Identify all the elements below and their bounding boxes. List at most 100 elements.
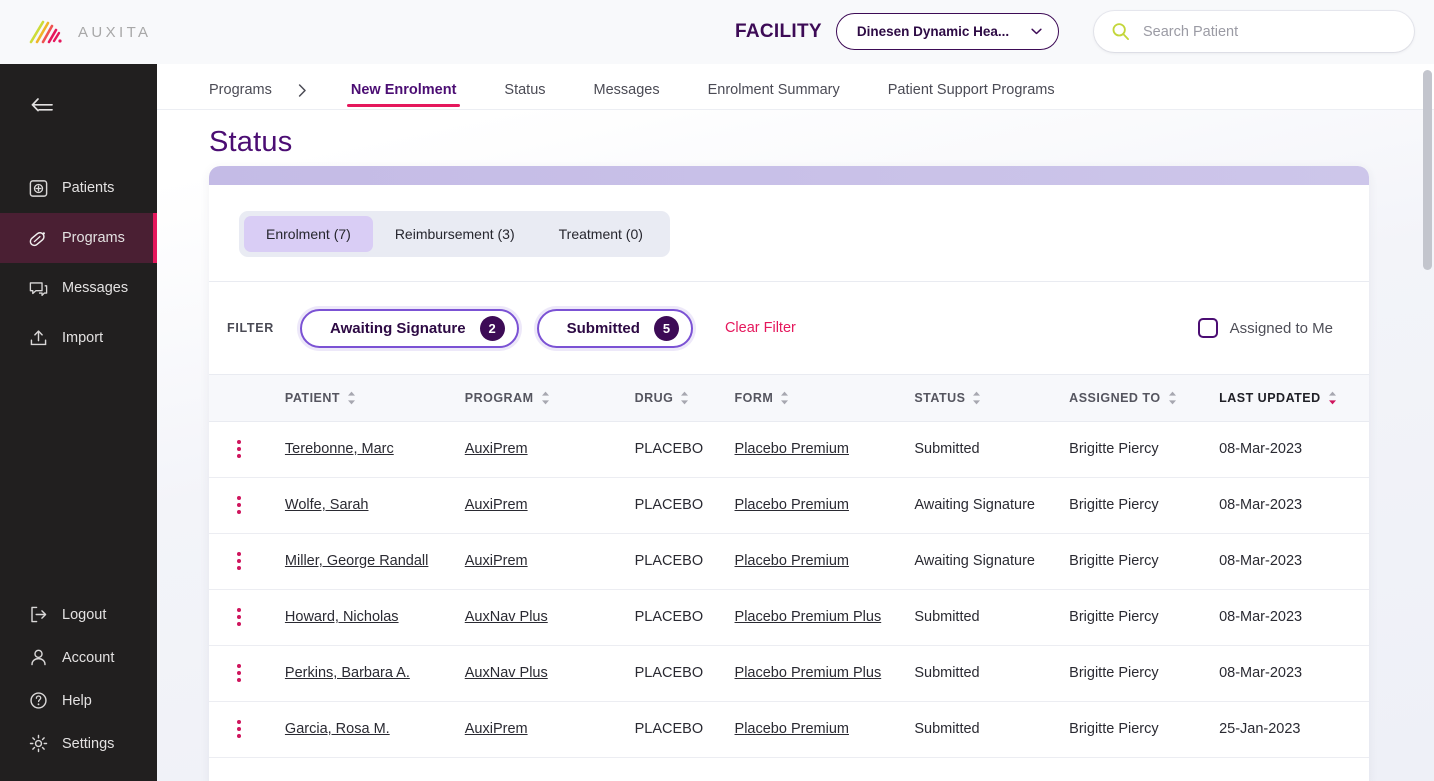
tab-new-enrolment[interactable]: New Enrolment	[346, 82, 460, 109]
kebab-menu-icon[interactable]	[237, 720, 241, 738]
table-row[interactable]: Garcia, Rosa M. AuxiPrem PLACEBO Placebo…	[209, 701, 1369, 758]
cell-patient: Wolfe, Sarah	[284, 477, 465, 534]
th-patient[interactable]: PATIENT	[284, 375, 465, 422]
th-last-updated[interactable]: LAST UPDATED	[1219, 375, 1369, 422]
sidebar-item-label: Patients	[62, 180, 115, 196]
cell-patient: Garcia, Rosa M.	[284, 701, 465, 758]
patient-link[interactable]: Miller, George Randall	[285, 553, 428, 569]
form-link[interactable]: Placebo Premium Plus	[735, 665, 882, 681]
filter-pill-submitted[interactable]: Submitted 5	[536, 308, 693, 348]
collapse-sidebar-icon[interactable]	[28, 94, 56, 116]
table-row[interactable]: Wolfe, Sarah AuxiPrem PLACEBO Placebo Pr…	[209, 477, 1369, 534]
sidebar-item-label: Messages	[62, 280, 129, 296]
filter-label: FILTER	[227, 321, 275, 335]
table-header-row: PATIENT PROGRAM DRUG FORM STATUS ASSIGNE…	[209, 375, 1369, 422]
form-link[interactable]: Placebo Premium	[735, 721, 849, 737]
segment-enrolment[interactable]: Enrolment (7)	[244, 216, 373, 252]
assigned-to-me-checkbox[interactable]	[1197, 318, 1218, 338]
table-row[interactable]: Terebonne, Marc AuxiPrem PLACEBO Placebo…	[209, 421, 1369, 478]
cell-form: Placebo Premium Plus	[734, 589, 915, 646]
kebab-menu-icon[interactable]	[237, 608, 241, 626]
cell-program: AuxNav Plus	[464, 645, 635, 702]
cell-status: Submitted	[914, 701, 1070, 758]
assigned-to-me-label: Assigned to Me	[1229, 319, 1333, 337]
patient-link[interactable]: Perkins, Barbara A.	[285, 665, 410, 681]
th-program[interactable]: PROGRAM	[464, 375, 635, 422]
form-link[interactable]: Placebo Premium Plus	[735, 609, 882, 625]
kebab-menu-icon[interactable]	[237, 440, 241, 458]
form-link[interactable]: Placebo Premium	[735, 497, 849, 513]
sidebar-item-import[interactable]: Import	[0, 313, 157, 363]
facility-dropdown[interactable]: Dinesen Dynamic Hea...	[835, 13, 1060, 50]
form-link[interactable]: Placebo Premium	[735, 553, 849, 569]
tab-enrolment-summary[interactable]: Enrolment Summary	[708, 82, 840, 109]
segment-reimbursement[interactable]: Reimbursement (3)	[373, 216, 537, 252]
program-link[interactable]: AuxiPrem	[465, 721, 528, 737]
row-menu-cell	[209, 645, 285, 702]
breadcrumb-programs[interactable]: Programs	[209, 82, 307, 109]
cell-drug: PLACEBO	[634, 589, 735, 646]
form-link[interactable]: Placebo Premium	[735, 441, 849, 457]
program-link[interactable]: AuxNav Plus	[465, 665, 548, 681]
sort-arrows-icon	[781, 391, 789, 405]
th-drug[interactable]: DRUG	[634, 375, 735, 422]
tab-patient-support-programs[interactable]: Patient Support Programs	[888, 82, 1055, 109]
program-link[interactable]: AuxNav Plus	[465, 609, 548, 625]
cell-drug: PLACEBO	[634, 645, 735, 702]
cell-program: AuxiPrem	[464, 477, 635, 534]
table-row[interactable]: Miller, George Randall AuxiPrem PLACEBO …	[209, 533, 1369, 590]
app-logo[interactable]: AUXITA	[26, 19, 151, 45]
patient-link[interactable]: Terebonne, Marc	[285, 441, 394, 457]
programs-pill-icon	[29, 231, 45, 246]
sidebar-item-account[interactable]: Account	[0, 636, 157, 679]
clear-filter-link[interactable]: Clear Filter	[725, 320, 796, 336]
sidebar-item-messages[interactable]: Messages	[0, 263, 157, 313]
filter-pill-label: Awaiting Signature	[330, 319, 466, 337]
tab-status[interactable]: Status	[504, 82, 545, 109]
th-label: PATIENT	[284, 390, 341, 405]
sidebar-item-help[interactable]: Help	[0, 679, 157, 722]
sidebar-item-label: Import	[62, 330, 104, 346]
cell-drug: PLACEBO	[634, 533, 735, 590]
kebab-menu-icon[interactable]	[237, 552, 241, 570]
table-row[interactable]: Howard, Nicholas AuxNav Plus PLACEBO Pla…	[209, 589, 1369, 646]
patient-link[interactable]: Howard, Nicholas	[285, 609, 399, 625]
sidebar-item-label: Logout	[62, 606, 107, 623]
table-row[interactable]: Perkins, Barbara A. AuxNav Plus PLACEBO …	[209, 645, 1369, 702]
cell-status: Awaiting Signature	[914, 477, 1070, 534]
facility-label: FACILITY	[735, 20, 822, 42]
th-form[interactable]: FORM	[734, 375, 915, 422]
assigned-to-me-toggle[interactable]: Assigned to Me	[1197, 318, 1333, 338]
tab-messages[interactable]: Messages	[594, 82, 660, 109]
sidebar-item-settings[interactable]: Settings	[0, 722, 157, 765]
breadcrumb-label: Programs	[209, 82, 272, 98]
sidebar-primary-nav: Patients Programs Messages Import	[0, 163, 157, 363]
sidebar-item-programs[interactable]: Programs	[0, 213, 157, 263]
sidebar-item-patients[interactable]: Patients	[0, 163, 157, 213]
tab-bar: Programs New Enrolment Status Messages E…	[157, 64, 1434, 110]
messages-icon	[29, 281, 48, 296]
program-link[interactable]: AuxiPrem	[465, 553, 528, 569]
filter-pill-awaiting-signature[interactable]: Awaiting Signature 2	[300, 308, 519, 348]
segment-treatment[interactable]: Treatment (0)	[537, 216, 665, 252]
search-patient-box[interactable]	[1094, 11, 1414, 52]
th-status[interactable]: STATUS	[914, 375, 1070, 422]
row-menu-cell	[209, 477, 285, 534]
search-input[interactable]	[1143, 23, 1393, 40]
sort-arrows-icon	[681, 391, 689, 405]
kebab-menu-icon[interactable]	[237, 664, 241, 682]
kebab-menu-icon[interactable]	[237, 496, 241, 514]
cell-assigned-to: Brigitte Piercy	[1069, 533, 1220, 590]
app-root: AUXITA FACILITY Dinesen Dynamic Hea... S…	[0, 0, 1434, 781]
patient-link[interactable]: Wolfe, Sarah	[285, 497, 369, 513]
page-scrollbar-thumb[interactable]	[1423, 70, 1432, 270]
program-link[interactable]: AuxiPrem	[465, 441, 528, 457]
chevron-down-icon	[1031, 28, 1042, 35]
th-assigned-to[interactable]: ASSIGNED TO	[1069, 375, 1220, 422]
sidebar-item-logout[interactable]: Logout	[0, 593, 157, 636]
program-link[interactable]: AuxiPrem	[465, 497, 528, 513]
patient-link[interactable]: Garcia, Rosa M.	[285, 721, 390, 737]
cell-patient: Miller, George Randall	[284, 533, 465, 590]
cell-last-updated: 08-Mar-2023	[1219, 421, 1369, 478]
cell-status: Submitted	[914, 589, 1070, 646]
